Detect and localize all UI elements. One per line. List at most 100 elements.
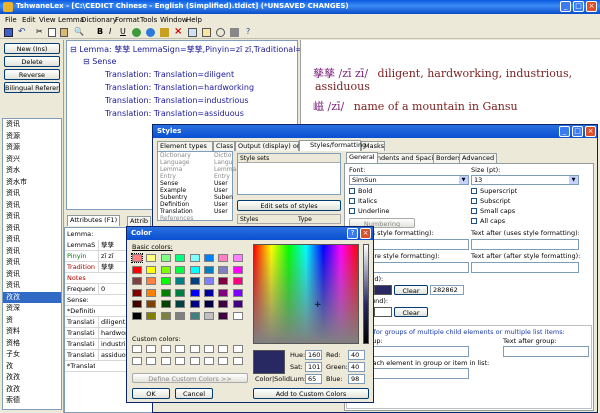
save-icon[interactable] xyxy=(4,28,13,37)
menu-view[interactable]: View xyxy=(39,14,56,26)
list-item-selected[interactable]: 孜孜 xyxy=(3,291,61,303)
basic-color-swatch[interactable] xyxy=(160,277,171,286)
color-icon[interactable] xyxy=(132,28,141,37)
ok-button[interactable]: OK xyxy=(132,388,170,399)
delete-icon[interactable]: × xyxy=(174,26,182,37)
underline-icon[interactable]: U xyxy=(120,27,126,36)
tab-element-types[interactable]: Element types xyxy=(157,141,213,151)
basic-color-swatch[interactable] xyxy=(131,253,143,263)
basic-color-swatch[interactable] xyxy=(218,312,229,320)
element-type[interactable]: References xyxy=(160,215,193,223)
basic-color-swatch[interactable] xyxy=(218,277,229,286)
tab-attributes[interactable]: Attributes (F1) xyxy=(67,215,121,226)
list-item[interactable]: 孜孜 xyxy=(3,384,61,396)
delete-lemma-button[interactable]: Delete xyxy=(4,56,60,67)
basic-color-swatch[interactable] xyxy=(160,254,171,262)
list-item[interactable]: 资讯 xyxy=(3,223,61,235)
cancel-button[interactable]: Cancel xyxy=(175,388,213,399)
table-icon[interactable] xyxy=(202,28,211,37)
add-to-custom-colors-button[interactable]: Add to Custom Colors xyxy=(253,388,369,399)
basic-color-swatch[interactable] xyxy=(160,265,171,274)
color-close-button[interactable]: × xyxy=(360,228,371,239)
basic-color-swatch[interactable] xyxy=(132,300,142,309)
checkbox-icon[interactable] xyxy=(349,208,355,214)
checkbox-icon[interactable] xyxy=(349,198,355,204)
luminance-slider[interactable] xyxy=(363,244,369,344)
basic-color-swatch[interactable] xyxy=(175,265,186,274)
basic-color-swatch[interactable] xyxy=(189,254,200,262)
basic-colors-grid[interactable] xyxy=(131,253,248,324)
basic-color-swatch[interactable] xyxy=(132,288,142,297)
basic-color-swatch[interactable] xyxy=(232,300,243,309)
custom-color-swatch[interactable] xyxy=(132,356,142,365)
refresh-icon[interactable] xyxy=(146,28,155,37)
size-select[interactable]: 13 ▼ xyxy=(471,175,579,185)
clear-foreground-button[interactable]: Clear xyxy=(394,285,428,295)
basic-color-swatch[interactable] xyxy=(204,254,214,262)
tab-general[interactable]: General xyxy=(346,152,378,163)
basic-color-swatch[interactable] xyxy=(175,300,186,309)
basic-color-swatch[interactable] xyxy=(175,277,186,286)
basic-color-swatch[interactable] xyxy=(232,312,243,320)
blue-input[interactable]: 98 xyxy=(348,374,365,384)
basic-color-swatch[interactable] xyxy=(160,312,171,320)
list-item[interactable]: 资讯 xyxy=(3,119,61,131)
minimize-button[interactable]: _ xyxy=(560,1,571,12)
tree-translation-node[interactable]: Translation: Translation=diligent xyxy=(105,70,234,79)
tree-translation-node[interactable]: Translation: Translation=hardworking xyxy=(105,83,254,92)
basic-color-swatch[interactable] xyxy=(232,288,243,297)
foreground-swatch[interactable] xyxy=(374,285,392,295)
list-item[interactable]: 资讯 xyxy=(3,188,61,200)
basic-color-swatch[interactable] xyxy=(146,300,157,309)
tree-sense-node[interactable]: ⊟ Sense xyxy=(83,57,116,66)
basic-color-swatch[interactable] xyxy=(146,254,157,262)
search-icon[interactable] xyxy=(216,28,225,37)
tab-advanced[interactable]: Advanced xyxy=(459,153,498,163)
basic-color-swatch[interactable] xyxy=(146,265,157,274)
menu-file[interactable]: File xyxy=(5,14,17,26)
basic-color-swatch[interactable] xyxy=(232,277,243,286)
close-button[interactable]: × xyxy=(586,1,597,12)
custom-color-swatch[interactable] xyxy=(232,356,243,365)
lemma-list[interactable]: 资讯 资源 资源 资兴 资水 资水市 资讯 资讯 资讯 资讯 资讯 资讯 资讯 … xyxy=(2,118,62,410)
basic-color-swatch[interactable] xyxy=(218,265,229,274)
custom-colors-grid[interactable] xyxy=(132,345,248,369)
styles-maximize-button[interactable]: □ xyxy=(572,126,583,137)
superscript-checkbox[interactable]: Superscript xyxy=(471,187,517,196)
basic-color-swatch[interactable] xyxy=(189,312,200,320)
basic-color-swatch[interactable] xyxy=(160,300,171,309)
basic-color-swatch[interactable] xyxy=(132,277,142,286)
list-item[interactable]: 资讯 xyxy=(3,269,61,281)
custom-color-swatch[interactable] xyxy=(160,345,171,353)
basic-color-swatch[interactable] xyxy=(204,312,214,320)
italics-checkbox[interactable]: Italics xyxy=(349,197,377,206)
checkbox-icon[interactable] xyxy=(471,198,477,204)
custom-color-swatch[interactable] xyxy=(218,356,229,365)
menu-tools[interactable]: Tools xyxy=(140,14,157,26)
tree-translation-node[interactable]: Translation: Translation=assiduous xyxy=(105,109,244,118)
list-item[interactable]: 资料 xyxy=(3,326,61,338)
basic-color-swatch[interactable] xyxy=(146,312,157,320)
tab-class[interactable]: Class xyxy=(213,141,235,151)
basic-color-swatch[interactable] xyxy=(146,277,157,286)
italic-icon[interactable]: I xyxy=(109,27,111,36)
cut-icon[interactable]: ✂ xyxy=(36,27,43,36)
reverse-button[interactable]: Reverse xyxy=(4,69,60,80)
styles-minimize-button[interactable]: _ xyxy=(559,126,570,137)
copy-icon[interactable] xyxy=(48,28,56,37)
checkbox-icon[interactable] xyxy=(471,218,477,224)
font-select[interactable]: SimSun ▼ xyxy=(349,175,469,185)
bilingual-reference-button[interactable]: Bilingual Reference xyxy=(4,82,60,93)
basic-color-swatch[interactable] xyxy=(204,300,214,309)
basic-color-swatch[interactable] xyxy=(146,288,157,297)
menu-format[interactable]: Format xyxy=(115,14,140,26)
new-button[interactable]: New (Ins) xyxy=(4,43,60,54)
hue-input[interactable]: 160 xyxy=(305,350,322,360)
basic-color-swatch[interactable] xyxy=(189,288,200,297)
red-input[interactable]: 40 xyxy=(348,350,365,360)
custom-color-swatch[interactable] xyxy=(146,345,157,353)
list-item[interactable]: 资讯 xyxy=(3,234,61,246)
custom-color-swatch[interactable] xyxy=(218,345,229,353)
all-caps-checkbox[interactable]: All caps xyxy=(471,217,505,226)
basic-color-swatch[interactable] xyxy=(218,254,229,262)
